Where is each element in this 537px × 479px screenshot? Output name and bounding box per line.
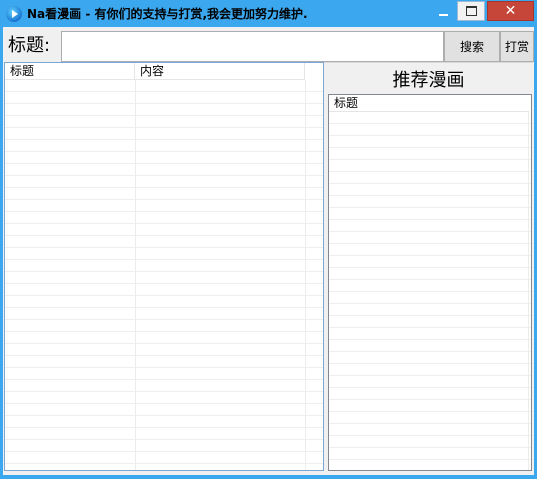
- app-play-icon: [6, 6, 22, 22]
- close-icon: ✕: [504, 3, 517, 19]
- title-bar[interactable]: Na看漫画 - 有你们的支持与打赏,我会更加努力维护. ✕: [0, 0, 537, 27]
- recommend-list-header: 标题: [329, 95, 529, 112]
- close-button[interactable]: ✕: [487, 1, 534, 21]
- recommend-list-body[interactable]: [329, 112, 531, 470]
- client-area: 标题: 搜索 打赏 标题 内容 推荐漫画 标题: [3, 27, 534, 475]
- minimize-icon: [438, 14, 448, 16]
- column-header-title[interactable]: 标题: [5, 63, 135, 79]
- column-divider: [135, 80, 136, 470]
- recommend-heading: 推荐漫画: [324, 62, 533, 94]
- results-list-body[interactable]: [5, 80, 323, 470]
- column-header-title[interactable]: 标题: [329, 95, 529, 111]
- column-divider: [305, 80, 306, 470]
- column-header-content[interactable]: 内容: [135, 63, 305, 79]
- app-window: Na看漫画 - 有你们的支持与打赏,我会更加努力维护. ✕ 标题: 搜索 打赏 …: [0, 0, 537, 479]
- minimize-button[interactable]: [430, 1, 456, 21]
- maximize-button[interactable]: [457, 1, 485, 21]
- maximize-icon: [465, 6, 477, 16]
- reward-button[interactable]: 打赏: [500, 31, 534, 62]
- results-list-header: 标题 内容: [5, 63, 305, 80]
- search-button[interactable]: 搜索: [444, 31, 500, 62]
- results-list[interactable]: 标题 内容: [4, 62, 324, 471]
- window-title: Na看漫画 - 有你们的支持与打赏,我会更加努力维护.: [27, 7, 308, 21]
- title-search-label: 标题:: [8, 35, 51, 56]
- recommend-list[interactable]: 标题: [328, 94, 532, 471]
- column-divider: [528, 112, 529, 470]
- title-search-input[interactable]: [61, 31, 444, 62]
